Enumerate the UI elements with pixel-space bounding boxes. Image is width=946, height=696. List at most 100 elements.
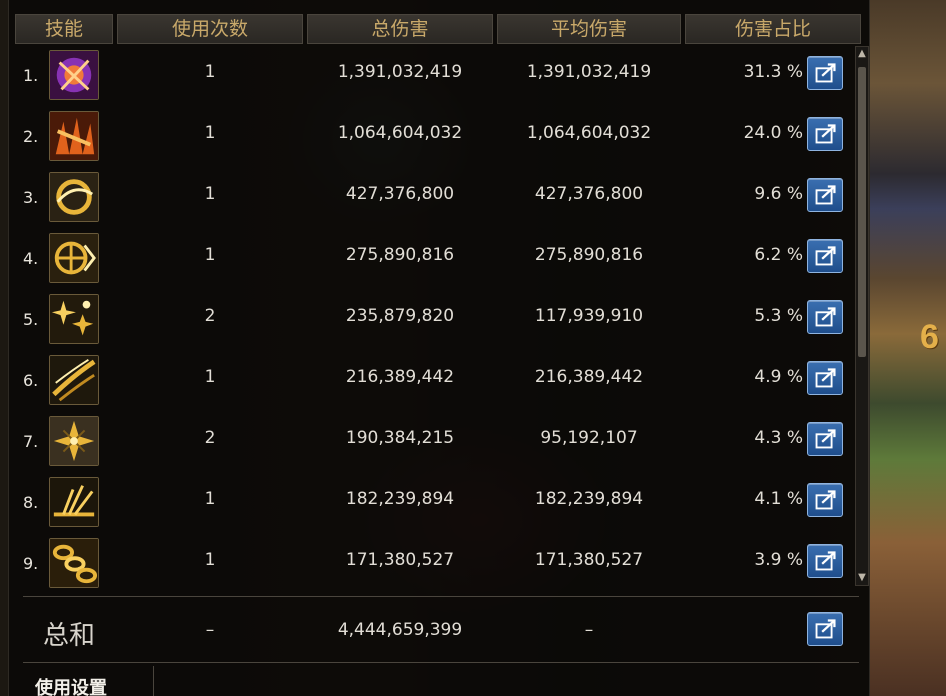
golden-chain-skill-icon xyxy=(49,538,99,588)
row-damage-share: 9.6 % xyxy=(754,184,803,204)
row-damage-share: 4.9 % xyxy=(754,367,803,387)
fire-chain-skill-icon xyxy=(49,111,99,161)
row-avg-damage: 117,939,910 xyxy=(534,306,644,326)
row-uses: 1 xyxy=(204,245,216,265)
row-uses: 1 xyxy=(204,123,216,143)
row-total-damage: 1,064,604,032 xyxy=(337,123,463,143)
share-icon xyxy=(815,307,836,327)
total-row: 总和 – 4,444,659,399 – xyxy=(9,600,859,662)
share-icon xyxy=(815,551,836,571)
row-uses: 2 xyxy=(204,306,216,326)
table-row: 1. 1 1,391,032,419 1,391,032,419 31.3 % xyxy=(9,44,859,105)
game-scene-right-edge: 6 xyxy=(870,0,946,696)
header-avg-damage[interactable]: 平均伤害 xyxy=(497,14,681,44)
row-rank: 5. xyxy=(23,310,39,329)
total-avg-damage: – xyxy=(584,620,594,640)
header-total-damage[interactable]: 总伤害 xyxy=(307,14,493,44)
row-avg-damage: 171,380,527 xyxy=(534,550,644,570)
table-row: 4. 1 275,890,816 275,890,816 6.2 % xyxy=(9,227,859,288)
scroll-down-icon[interactable]: ▼ xyxy=(856,571,868,585)
row-damage-share: 4.1 % xyxy=(754,489,803,509)
scroll-up-icon[interactable]: ▲ xyxy=(856,47,868,61)
table-row: 8. 1 182,239,894 182,239,894 4.1 % xyxy=(9,471,859,532)
row-damage-share: 4.3 % xyxy=(754,428,803,448)
row-uses: 1 xyxy=(204,184,216,204)
table-row: 2. 1 1,064,604,032 1,064,604,032 24.0 % xyxy=(9,105,859,166)
row-uses: 1 xyxy=(204,62,216,82)
header-uses[interactable]: 使用次数 xyxy=(117,14,303,44)
row-rank: 8. xyxy=(23,493,39,512)
row-rank: 3. xyxy=(23,188,39,207)
row-uses: 1 xyxy=(204,489,216,509)
row-rank: 9. xyxy=(23,554,39,573)
golden-slash-skill-icon xyxy=(49,355,99,405)
row-uses: 1 xyxy=(204,367,216,387)
row-rank: 2. xyxy=(23,127,39,146)
header-skill[interactable]: 技能 xyxy=(15,14,113,44)
table-row: 6. 1 216,389,442 216,389,442 4.9 % xyxy=(9,349,859,410)
table-header: 技能 使用次数 总伤害 平均伤害 伤害占比 xyxy=(9,10,871,44)
share-icon xyxy=(815,429,836,449)
share-icon xyxy=(815,619,836,639)
row-total-damage: 427,376,800 xyxy=(345,184,455,204)
row-total-damage: 275,890,816 xyxy=(345,245,455,265)
total-damage-sum: 4,444,659,399 xyxy=(337,620,463,640)
row-avg-damage: 1,391,032,419 xyxy=(526,62,652,82)
share-button[interactable] xyxy=(807,422,843,456)
row-total-damage: 216,389,442 xyxy=(345,367,455,387)
table-row: 3. 1 427,376,800 427,376,800 9.6 % xyxy=(9,166,859,227)
row-rank: 6. xyxy=(23,371,39,390)
table-row: 9. 1 171,380,527 171,380,527 3.9 % xyxy=(9,532,859,593)
share-button[interactable] xyxy=(807,361,843,395)
share-button[interactable] xyxy=(807,239,843,273)
row-rank: 7. xyxy=(23,432,39,451)
scene-side-number: 6 xyxy=(920,318,939,356)
usage-settings-tab[interactable]: 使用设置 xyxy=(35,674,107,696)
share-icon xyxy=(815,368,836,388)
scrollbar-thumb[interactable] xyxy=(858,67,866,357)
footer-separator xyxy=(153,666,154,696)
row-avg-damage: 182,239,894 xyxy=(534,489,644,509)
golden-sparks-skill-icon xyxy=(49,294,99,344)
row-avg-damage: 275,890,816 xyxy=(534,245,644,265)
row-total-damage: 171,380,527 xyxy=(345,550,455,570)
row-rank: 1. xyxy=(23,66,39,85)
header-damage-share[interactable]: 伤害占比 xyxy=(685,14,861,44)
row-avg-damage: 427,376,800 xyxy=(534,184,644,204)
row-total-damage: 1,391,032,419 xyxy=(337,62,463,82)
share-button[interactable] xyxy=(807,56,843,90)
share-button[interactable] xyxy=(807,483,843,517)
row-damage-share: 24.0 % xyxy=(743,123,803,143)
row-total-damage: 190,384,215 xyxy=(345,428,455,448)
total-uses: – xyxy=(205,620,215,640)
share-icon xyxy=(815,185,836,205)
share-button[interactable] xyxy=(807,178,843,212)
damage-statistics-panel: 技能 使用次数 总伤害 平均伤害 伤害占比 1. 1 1,391,032,419… xyxy=(8,0,870,696)
row-uses: 2 xyxy=(204,428,216,448)
row-uses: 1 xyxy=(204,550,216,570)
share-icon xyxy=(815,246,836,266)
divider xyxy=(23,662,859,663)
share-icon xyxy=(815,490,836,510)
list-scrollbar[interactable]: ▲ ▼ xyxy=(855,46,869,586)
row-avg-damage: 1,064,604,032 xyxy=(526,123,652,143)
divider xyxy=(23,596,859,597)
golden-shuriken-skill-icon xyxy=(49,416,99,466)
row-avg-damage: 216,389,442 xyxy=(534,367,644,387)
golden-wheel-skill-icon xyxy=(49,233,99,283)
purple-burst-skill-icon xyxy=(49,50,99,100)
share-total-button[interactable] xyxy=(807,612,843,646)
share-icon xyxy=(815,124,836,144)
golden-strike-skill-icon xyxy=(49,477,99,527)
row-rank: 4. xyxy=(23,249,39,268)
row-avg-damage: 95,192,107 xyxy=(540,428,638,448)
table-row: 7. 2 190,384,215 95,192,107 4.3 % xyxy=(9,410,859,471)
share-button[interactable] xyxy=(807,117,843,151)
row-damage-share: 6.2 % xyxy=(754,245,803,265)
share-button[interactable] xyxy=(807,300,843,334)
row-damage-share: 5.3 % xyxy=(754,306,803,326)
row-total-damage: 235,879,820 xyxy=(345,306,455,326)
row-damage-share: 31.3 % xyxy=(743,62,803,82)
share-button[interactable] xyxy=(807,544,843,578)
share-icon xyxy=(815,63,836,83)
